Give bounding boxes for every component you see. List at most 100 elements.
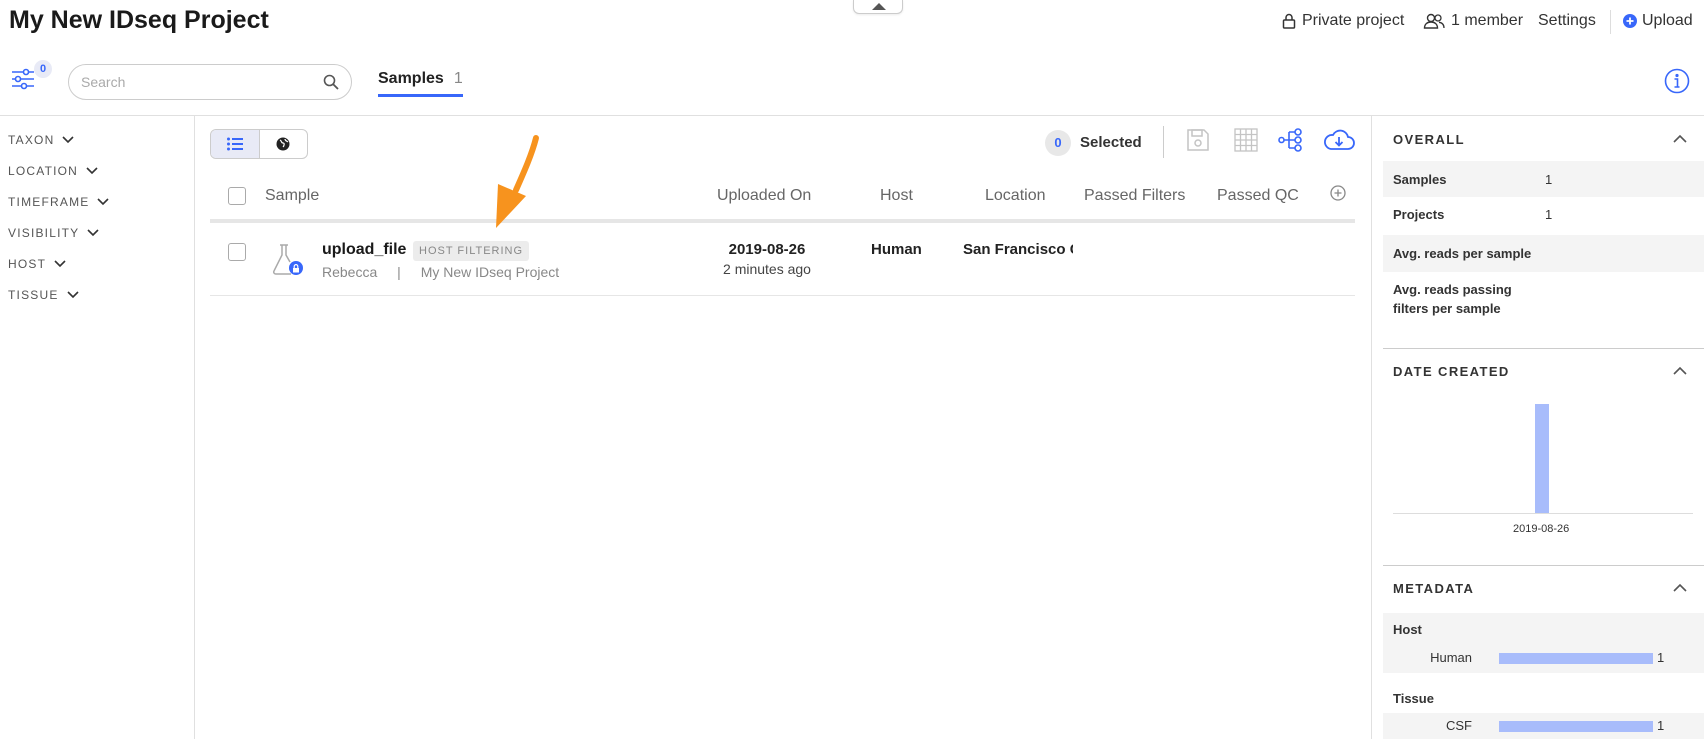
selected-label: Selected bbox=[1080, 134, 1142, 151]
plus-circle-icon bbox=[1330, 185, 1346, 201]
table-header-rule bbox=[210, 219, 1355, 223]
chevron-down-icon bbox=[86, 167, 98, 175]
filter-taxon[interactable]: TAXON bbox=[8, 133, 75, 147]
chevron-up-icon bbox=[1673, 583, 1687, 592]
row-host: Human bbox=[871, 241, 922, 258]
add-column-button[interactable] bbox=[1330, 185, 1346, 201]
metadata-value-label: CSF bbox=[1446, 718, 1472, 733]
filter-label: VISIBILITY bbox=[8, 226, 80, 240]
info-icon bbox=[1664, 68, 1690, 94]
chevron-up-icon bbox=[1673, 366, 1687, 375]
chevron-up-icon bbox=[1673, 134, 1687, 143]
filters-panel bbox=[0, 116, 195, 739]
tab-samples-count: 1 bbox=[453, 70, 463, 87]
filter-label: HOST bbox=[8, 257, 47, 271]
metadata-bar[interactable] bbox=[1499, 721, 1653, 732]
metadata-host: Host Human 1 bbox=[1383, 613, 1704, 673]
row-location: San Francisco C bbox=[963, 241, 1073, 258]
save-icon bbox=[1187, 129, 1209, 151]
row-uploaded-date: 2019-08-26 bbox=[728, 241, 806, 258]
annotation-arrow-icon bbox=[480, 132, 544, 228]
stat-label: Avg. reads per sample bbox=[1393, 246, 1532, 261]
metadata-bar[interactable] bbox=[1499, 653, 1653, 664]
save-selection-button[interactable] bbox=[1186, 128, 1210, 152]
tab-samples[interactable]: Samples 1 bbox=[378, 70, 463, 97]
metadata-count: 1 bbox=[1657, 650, 1665, 665]
overall-section-title: OVERALL bbox=[1393, 132, 1465, 147]
lock-icon bbox=[1282, 13, 1296, 29]
chevron-down-icon bbox=[54, 260, 66, 268]
stat-row-avg-reads-passing: Avg. reads passing filters per sample bbox=[1383, 272, 1704, 322]
column-header-passed-filters[interactable]: Passed Filters bbox=[1084, 187, 1185, 205]
column-header-host[interactable]: Host bbox=[880, 187, 913, 205]
section-rule bbox=[1383, 348, 1704, 349]
row-checkbox[interactable] bbox=[228, 243, 246, 261]
stat-label-line2: filters per sample bbox=[1393, 301, 1501, 316]
phylo-tree-button[interactable] bbox=[1278, 128, 1304, 152]
date-created-section-title: DATE CREATED bbox=[1393, 364, 1510, 379]
meta-separator: | bbox=[397, 264, 401, 280]
section-rule bbox=[1383, 565, 1704, 566]
sample-icon bbox=[270, 243, 306, 279]
stat-value: 1 bbox=[1545, 172, 1553, 187]
filter-location[interactable]: LOCATION bbox=[8, 164, 98, 178]
chevron-down-icon bbox=[66, 291, 79, 299]
metadata-section-title: METADATA bbox=[1393, 581, 1475, 596]
select-all-checkbox[interactable] bbox=[228, 187, 246, 205]
heatmap-button[interactable] bbox=[1234, 128, 1258, 152]
upload-button[interactable]: Upload bbox=[1623, 12, 1693, 30]
filter-timeframe[interactable]: TIMEFRAME bbox=[8, 195, 110, 209]
column-header-sample[interactable]: Sample bbox=[265, 187, 319, 205]
view-mode-toggle bbox=[210, 129, 308, 159]
table-view-button[interactable] bbox=[211, 130, 259, 158]
stat-row-avg-reads: Avg. reads per sample bbox=[1383, 235, 1704, 272]
table-row-rule bbox=[210, 295, 1355, 296]
collapse-date-created-button[interactable] bbox=[1673, 366, 1687, 375]
search-icon[interactable] bbox=[323, 74, 339, 90]
settings-link[interactable]: Settings bbox=[1538, 12, 1596, 30]
info-panel-toggle[interactable] bbox=[1664, 68, 1690, 94]
date-created-bar[interactable] bbox=[1535, 404, 1549, 513]
date-created-tick-label: 2019-08-26 bbox=[1513, 523, 1570, 535]
search-box[interactable] bbox=[68, 64, 352, 100]
stat-label: Avg. reads passing bbox=[1393, 282, 1512, 297]
upload-label: Upload bbox=[1642, 12, 1693, 29]
grid-icon bbox=[1234, 128, 1258, 152]
filter-tissue[interactable]: TISSUE bbox=[8, 288, 79, 302]
row-uploaded-age: 2 minutes ago bbox=[723, 261, 811, 277]
collapse-header-handle[interactable] bbox=[853, 0, 903, 14]
project-title: My New IDseq Project bbox=[9, 6, 269, 34]
members-button[interactable]: 1 member bbox=[1423, 12, 1523, 30]
status-badge: HOST FILTERING bbox=[413, 241, 530, 261]
chevron-down-icon bbox=[97, 198, 110, 206]
filter-label: TAXON bbox=[8, 133, 55, 147]
collapse-overall-button[interactable] bbox=[1673, 134, 1687, 143]
column-header-location[interactable]: Location bbox=[985, 187, 1046, 205]
metadata-field-name: Tissue bbox=[1393, 691, 1434, 706]
column-header-passed-qc[interactable]: Passed QC bbox=[1217, 187, 1299, 205]
cloud-download-icon bbox=[1324, 129, 1355, 150]
filter-visibility[interactable]: VISIBILITY bbox=[8, 226, 99, 240]
column-header-uploaded-on[interactable]: Uploaded On bbox=[717, 187, 811, 205]
sample-meta: Rebecca | My New IDseq Project bbox=[322, 264, 559, 280]
selected-count-badge: 0 bbox=[1045, 130, 1071, 156]
plus-circle-icon bbox=[1623, 14, 1637, 28]
collapse-metadata-button[interactable] bbox=[1673, 583, 1687, 592]
list-icon bbox=[226, 137, 243, 151]
globe-icon bbox=[276, 137, 290, 151]
stat-row-samples: Samples 1 bbox=[1383, 161, 1704, 197]
sample-name-link[interactable]: upload_file bbox=[322, 241, 406, 259]
search-input[interactable] bbox=[81, 74, 323, 90]
filter-host[interactable]: HOST bbox=[8, 257, 66, 271]
active-filters-badge: 0 bbox=[34, 60, 52, 78]
filter-label: LOCATION bbox=[8, 164, 79, 178]
download-button[interactable] bbox=[1323, 128, 1355, 152]
flask-lock-icon bbox=[272, 244, 303, 275]
toolbar-separator bbox=[1163, 126, 1164, 158]
metadata-field-name: Host bbox=[1393, 622, 1422, 637]
map-view-button[interactable] bbox=[258, 130, 308, 158]
sample-project: My New IDseq Project bbox=[420, 264, 560, 280]
metadata-value-row: CSF 1 bbox=[1383, 713, 1704, 739]
caret-up-icon bbox=[872, 3, 886, 10]
sample-user: Rebecca bbox=[322, 264, 378, 280]
